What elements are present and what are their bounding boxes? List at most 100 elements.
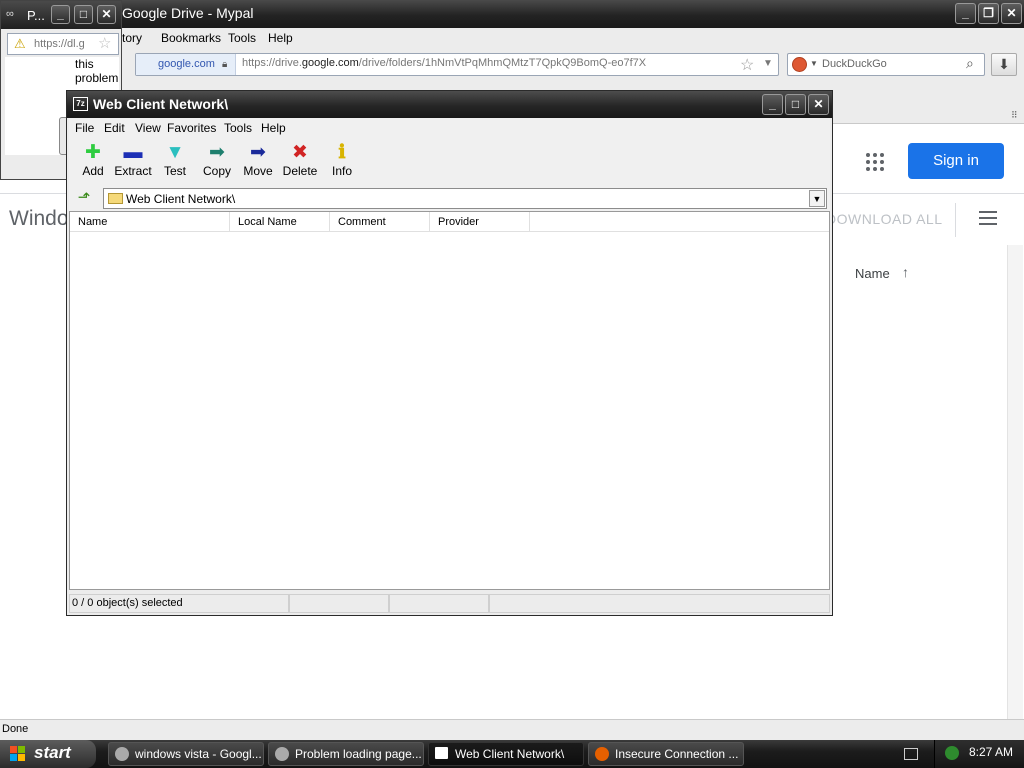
duckduckgo-icon (792, 57, 807, 72)
copy-icon: ➡ (209, 142, 225, 163)
browser-statusbar: Done (0, 719, 1024, 740)
taskbar-item[interactable]: Insecure Connection ... (588, 742, 744, 766)
sevenzip-window: 7z Web Client Network\ _ □ ✕ File Edit V… (66, 90, 833, 616)
move-icon: ➡ (250, 142, 266, 163)
menu-favorites[interactable]: Favorites (167, 121, 216, 135)
address-dropdown-icon[interactable]: ▼ (809, 190, 825, 207)
popup-maximize-button[interactable]: □ (74, 5, 93, 24)
apps-grid-icon[interactable] (866, 153, 886, 173)
search-input[interactable]: DuckDuckGo (822, 58, 887, 70)
copy-label: Copy (202, 164, 231, 178)
site-identity-label: google.com (158, 58, 215, 70)
copy-button[interactable]: ➡ Copy (195, 142, 239, 184)
list-view-icon[interactable] (979, 211, 997, 225)
popup-minimize-button[interactable]: _ (51, 5, 70, 24)
sevenzip-titlebar[interactable]: 7z Web Client Network\ _ □ ✕ (67, 91, 832, 118)
test-button[interactable]: ▼ Test (153, 142, 197, 184)
column-header-comment[interactable]: Comment (330, 212, 430, 232)
url-dropdown-icon[interactable]: ▼ (763, 58, 773, 69)
popup-text-line: this (75, 57, 94, 71)
column-header-local-name[interactable]: Local Name (230, 212, 330, 232)
url-text: https://drive.google.com/drive/folders/1… (242, 57, 647, 69)
browser-titlebar[interactable]: Google Drive - Mypal _ ❐ ✕ (0, 0, 1024, 28)
extract-icon: ▬ (123, 142, 143, 163)
search-bar[interactable]: ▼ DuckDuckGo ⌕ (787, 53, 985, 76)
popup-app-icon: ∞ (6, 8, 14, 20)
site-identity[interactable]: google.com 🔒︎ (136, 54, 236, 75)
menu-help[interactable]: Help (268, 31, 293, 45)
sevenzip-close-button[interactable]: ✕ (808, 94, 829, 115)
taskbar-item-active[interactable]: Web Client Network\ (428, 742, 584, 766)
taskbar-item-label: windows vista - Googl... (135, 747, 262, 761)
keyboard-icon[interactable] (904, 748, 918, 760)
info-label: Info (331, 164, 352, 178)
taskbar: start windows vista - Googl... Problem l… (0, 740, 1024, 768)
navigation-toolbar: google.com 🔒︎ https://drive.google.com/d… (0, 50, 1024, 80)
clock[interactable]: 8:27 AM (969, 745, 1013, 759)
sevenzip-menubar: File Edit View Favorites Tools Help (69, 118, 830, 138)
sevenzip-logo-icon: 7z (73, 97, 88, 111)
sign-in-button[interactable]: Sign in (908, 143, 1004, 179)
info-button[interactable]: ℹ Info (320, 142, 364, 184)
close-button[interactable]: ✕ (1001, 3, 1022, 24)
column-header-provider[interactable]: Provider (430, 212, 530, 232)
menu-tools[interactable]: Tools (224, 121, 252, 135)
taskbar-item-label: Insecure Connection ... (615, 747, 739, 761)
extract-label: Extract (114, 164, 152, 178)
search-engine-dropdown-icon[interactable]: ▼ (810, 59, 818, 68)
firefox-icon (595, 747, 609, 761)
sevenzip-icon (435, 747, 448, 759)
downloads-button[interactable]: ⬇ (991, 53, 1017, 76)
sevenzip-minimize-button[interactable]: _ (762, 94, 783, 115)
popup-close-button[interactable]: ✕ (97, 5, 116, 24)
popup-titlebar[interactable]: ∞ P... _ □ ✕ (1, 1, 121, 29)
sevenzip-title: Web Client Network\ (93, 96, 229, 112)
taskbar-item[interactable]: windows vista - Googl... (108, 742, 264, 766)
add-icon: ✚ (85, 142, 101, 163)
restore-button[interactable]: ❐ (978, 3, 999, 24)
start-button[interactable]: start (0, 740, 96, 768)
menu-edit[interactable]: Edit (104, 121, 125, 135)
menu-history[interactable]: tory (122, 31, 142, 45)
sevenzip-address-combo[interactable]: Web Client Network\ ▼ (103, 188, 827, 209)
mypal-icon (275, 747, 289, 761)
popup-url-bar[interactable]: ⚠ https://dl.g ☆ (7, 33, 119, 55)
page-scrollbar[interactable] (1007, 245, 1023, 719)
menu-help[interactable]: Help (261, 121, 286, 135)
mypal-icon (115, 747, 129, 761)
network-icon[interactable] (945, 746, 959, 760)
sevenzip-maximize-button[interactable]: □ (785, 94, 806, 115)
info-icon: ℹ (338, 142, 346, 163)
status-text: Done (2, 723, 29, 735)
lock-icon: 🔒︎ (222, 59, 228, 70)
download-arrow-icon: ⬇ (998, 56, 1010, 72)
sort-by-name[interactable]: Name (855, 266, 890, 281)
popup-url-text: https://dl.g (34, 38, 85, 50)
move-button[interactable]: ➡ Move (236, 142, 280, 184)
popup-star-icon[interactable]: ☆ (98, 34, 111, 52)
delete-button[interactable]: ✖ Delete (278, 142, 322, 184)
taskbar-item[interactable]: Problem loading page... (268, 742, 424, 766)
bookmark-star-icon[interactable]: ☆ (740, 55, 754, 75)
search-icon[interactable]: ⌕ (966, 55, 974, 72)
menu-file[interactable]: File (75, 121, 94, 135)
browser-title: Google Drive - Mypal (122, 5, 254, 21)
system-tray: 8:27 AM (934, 740, 1024, 768)
menu-bookmarks[interactable]: Bookmarks (161, 31, 221, 45)
status-pane (389, 594, 489, 613)
column-header-name[interactable]: Name (70, 212, 230, 232)
download-all-button[interactable]: DOWNLOAD ALL (826, 211, 942, 227)
menu-view[interactable]: View (135, 121, 161, 135)
windows-flag-icon (10, 746, 26, 762)
status-pane (489, 594, 830, 613)
minimize-button[interactable]: _ (955, 3, 976, 24)
address-text: Web Client Network\ (126, 192, 236, 206)
add-button[interactable]: ✚ Add (71, 142, 115, 184)
menu-tools[interactable]: Tools (228, 31, 256, 45)
extract-button[interactable]: ▬ Extract (111, 142, 155, 184)
sort-arrow-icon[interactable]: ↑ (902, 264, 909, 280)
sevenzip-file-list[interactable]: Name Local Name Comment Provider (69, 211, 830, 590)
status-pane (289, 594, 389, 613)
up-folder-icon[interactable]: ⬏ (73, 188, 95, 208)
url-bar[interactable]: google.com 🔒︎ https://drive.google.com/d… (135, 53, 779, 76)
